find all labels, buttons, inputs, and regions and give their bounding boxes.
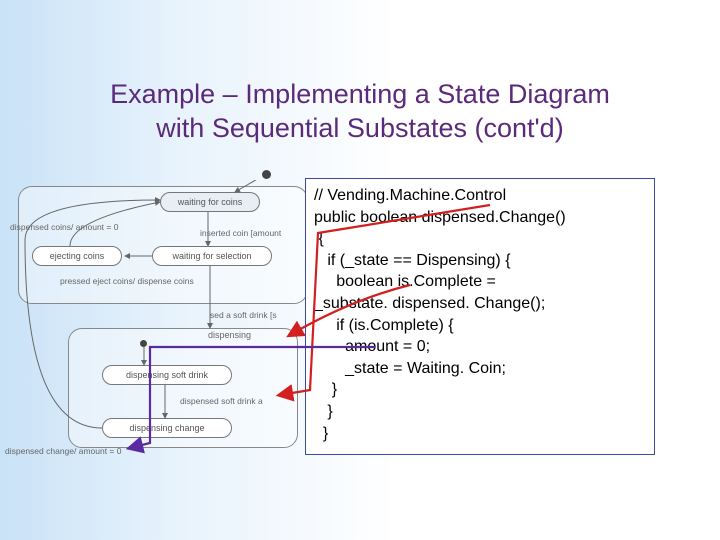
code-line: } [314, 379, 646, 401]
slide-title: Example – Implementing a State Diagram w… [0, 78, 720, 146]
state-waiting-coins: waiting for coins [160, 192, 260, 212]
state-label: ejecting coins [50, 251, 105, 261]
initial-state-dot [262, 170, 271, 179]
label-dispensed-amount: dispensed coins/ amount = 0 [10, 222, 118, 232]
code-line: amount = 0; [314, 336, 646, 358]
state-label: waiting for selection [172, 251, 251, 261]
code-line: if (is.Complete) { [314, 315, 646, 337]
inner-initial-dot [140, 340, 147, 347]
label-pressed-eject: pressed eject coins/ dispense coins [60, 276, 194, 286]
slide: Example – Implementing a State Diagram w… [0, 0, 720, 540]
code-box: // Vending.Machine.Control public boolea… [305, 178, 655, 455]
label-inserted-coin: inserted coin [amount [200, 228, 281, 238]
title-line-1: Example – Implementing a State Diagram [110, 79, 610, 109]
label-disp-soft-drink: dispensed soft drink a [180, 396, 263, 406]
state-label: dispensing change [129, 423, 204, 433]
title-line-2: with Sequential Substates (cont'd) [156, 113, 563, 143]
label-sed-soft-drink: sed a soft drink [s [210, 310, 277, 320]
state-diagram: waiting for coins dispensed coins/ amoun… [10, 180, 310, 470]
state-disp-drink: dispensing soft drink [102, 365, 232, 385]
state-waiting-selection: waiting for selection [152, 246, 272, 266]
code-line: } [314, 401, 646, 423]
code-line: public boolean dispensed.Change() [314, 207, 646, 229]
code-line: _state = Waiting. Coin; [314, 358, 646, 380]
code-line: } [314, 423, 646, 445]
label-disp-change-amount: dispensed change/ amount = 0 [5, 446, 122, 456]
code-line: _substate. dispensed. Change(); [314, 293, 646, 315]
state-label: waiting for coins [178, 197, 243, 207]
state-label: dispensing soft drink [126, 370, 208, 380]
state-disp-change: dispensing change [102, 418, 232, 438]
code-line: if (_state == Dispensing) { [314, 250, 646, 272]
code-line: boolean is.Complete = [314, 271, 646, 293]
label-composite-title: dispensing [208, 330, 251, 340]
state-ejecting-coins: ejecting coins [32, 246, 122, 266]
code-comment: // Vending.Machine.Control [314, 185, 646, 207]
code-line: { [314, 228, 646, 250]
